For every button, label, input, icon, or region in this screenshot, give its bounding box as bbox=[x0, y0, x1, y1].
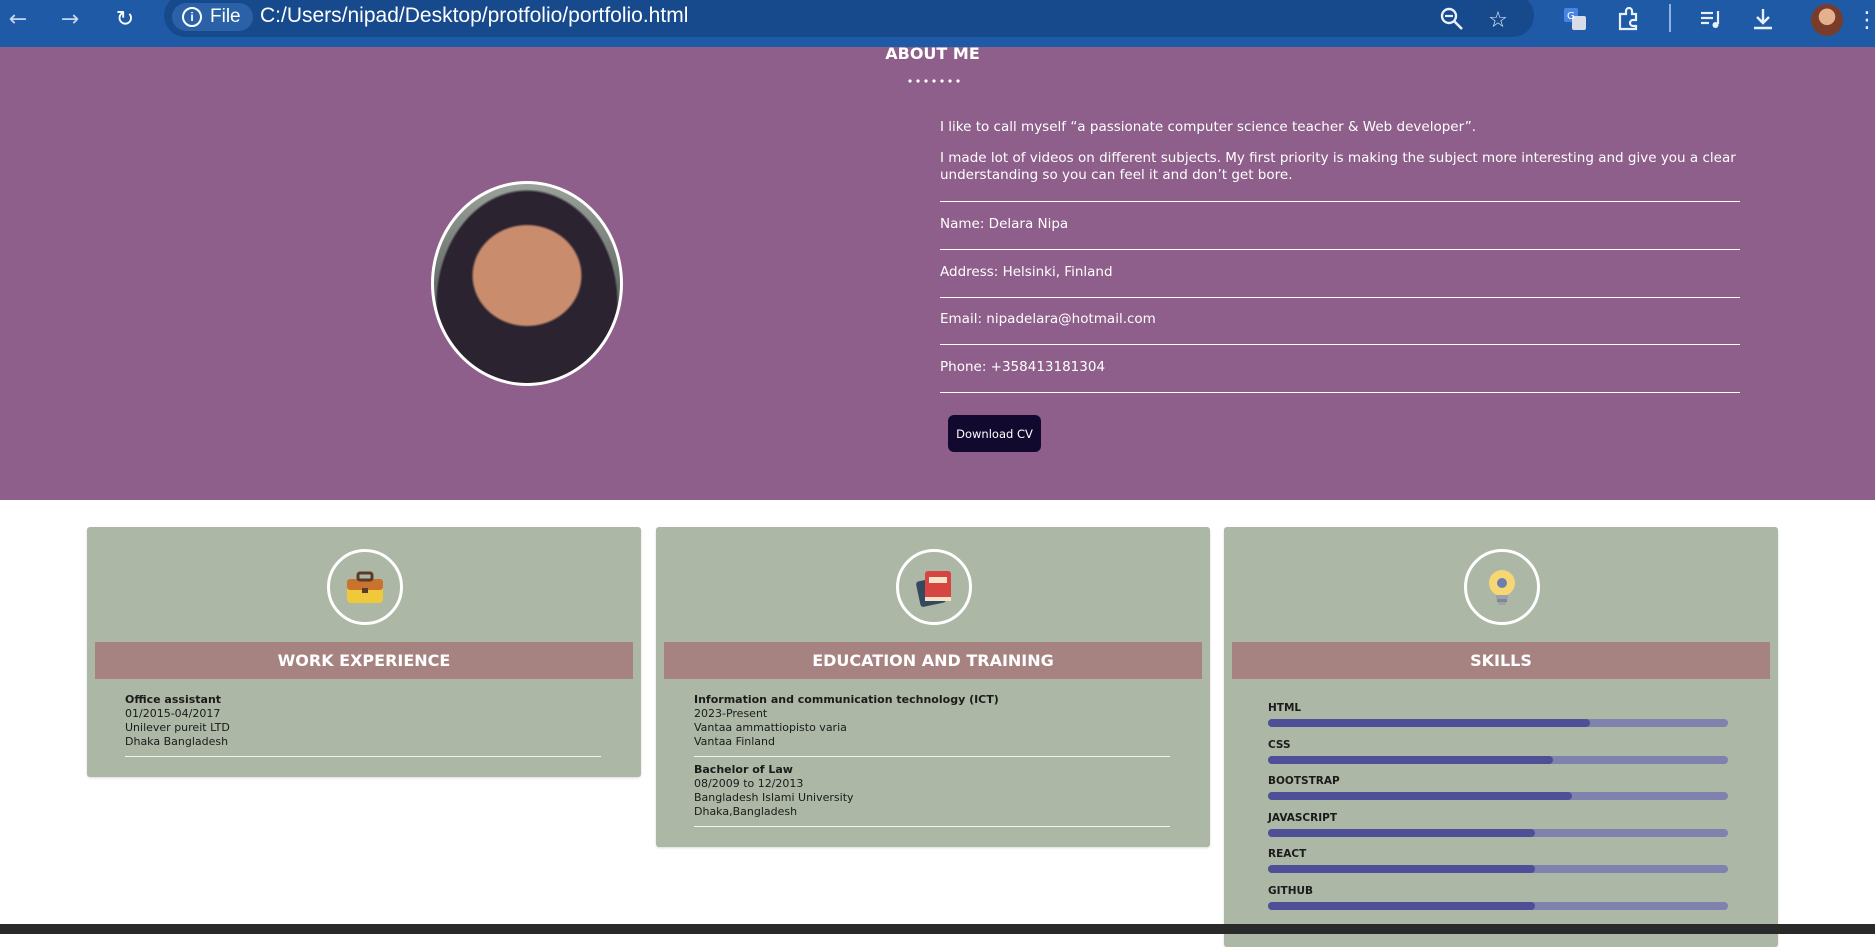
entry-period: 2023-Present bbox=[694, 707, 768, 720]
download-cv-button[interactable]: Download CV bbox=[948, 415, 1041, 452]
work-heading: WORK EXPERIENCE bbox=[95, 642, 633, 679]
about-description: I like to call myself “a passionate comp… bbox=[940, 119, 1740, 198]
file-label: File bbox=[210, 6, 241, 27]
entry-location: Dhaka,Bangladesh bbox=[694, 805, 798, 818]
download-icon[interactable] bbox=[1748, 6, 1778, 36]
site-info-chip[interactable]: i File bbox=[172, 3, 253, 31]
translate-icon[interactable]: G bbox=[1560, 6, 1590, 36]
profile-avatar[interactable] bbox=[1811, 4, 1843, 36]
entry-organization: Vantaa ammattiopisto varia bbox=[694, 721, 847, 734]
entry-title: Office assistant bbox=[125, 693, 222, 706]
bookmark-star-icon[interactable]: ☆ bbox=[1483, 6, 1513, 36]
about-bio: I made lot of videos on different subjec… bbox=[940, 150, 1736, 183]
education-entry: Bachelor of Law 08/2009 to 12/2013 Bangl… bbox=[694, 763, 1170, 819]
skill-bar-track bbox=[1268, 792, 1728, 800]
skill-bar-track bbox=[1268, 719, 1728, 727]
work-experience-card: WORK EXPERIENCE Office assistant 01/2015… bbox=[87, 527, 641, 777]
skills-card: SKILLS HTML CSS BOOTSTRAP JAVASCRIPT REACT GI… bbox=[1224, 527, 1778, 947]
toolbar-divider bbox=[1669, 4, 1671, 32]
reload-icon[interactable]: ↻ bbox=[111, 8, 139, 36]
skill-bar-fill bbox=[1268, 865, 1535, 873]
profile-photo bbox=[431, 181, 623, 386]
zoom-out-icon[interactable] bbox=[1437, 6, 1467, 36]
email-info: Email: nipadelara@hotmail.com bbox=[940, 311, 1156, 327]
entry-period: 08/2009 to 12/2013 bbox=[694, 777, 804, 790]
address-info: Address: Helsinki, Finland bbox=[940, 264, 1113, 280]
work-entry: Office assistant 01/2015-04/2017 Unileve… bbox=[125, 693, 601, 749]
skill-bar-fill bbox=[1268, 719, 1590, 727]
entry-organization: Unilever pureit LTD bbox=[125, 721, 230, 734]
briefcase-icon bbox=[327, 549, 403, 625]
education-entry: Information and communication technology… bbox=[694, 693, 1170, 749]
skill-bar-track bbox=[1268, 755, 1728, 764]
address-bar[interactable]: i File C:/Users/nipad/Desktop/protfolio/… bbox=[164, 0, 1534, 37]
more-menu-icon[interactable]: ⋮ bbox=[1856, 6, 1875, 36]
skill-label: CSS bbox=[1268, 738, 1291, 751]
section-title: ABOUT ME bbox=[885, 44, 980, 63]
divider bbox=[940, 201, 1740, 202]
entry-divider bbox=[694, 826, 1170, 827]
phone-info: Phone: +358413181304 bbox=[940, 359, 1106, 375]
entry-title: Information and communication technology… bbox=[694, 693, 999, 706]
browser-toolbar: ← → ↻ i File C:/Users/nipad/Desktop/prot… bbox=[0, 0, 1875, 47]
book-icon bbox=[896, 549, 972, 625]
extensions-puzzle-icon[interactable] bbox=[1613, 6, 1643, 36]
skill-bar-fill bbox=[1268, 755, 1554, 764]
skill-label: HTML bbox=[1268, 702, 1302, 714]
about-section: ABOUT ME I like to call myself “a passio… bbox=[0, 44, 1875, 500]
url-text[interactable]: C:/Users/nipad/Desktop/protfolio/portfol… bbox=[260, 2, 688, 30]
skill-bar-fill bbox=[1268, 792, 1572, 800]
skill-label: BOOTSTRAP bbox=[1268, 775, 1340, 787]
skill-bar-fill bbox=[1268, 901, 1535, 910]
forward-arrow-icon[interactable]: → bbox=[56, 8, 84, 36]
about-intro: I like to call myself “a passionate comp… bbox=[940, 119, 1476, 135]
media-playlist-icon[interactable] bbox=[1696, 6, 1726, 36]
skill-label: REACT bbox=[1268, 848, 1307, 860]
divider bbox=[940, 249, 1740, 250]
window-bottom-bar bbox=[0, 924, 1875, 934]
skill-bar-fill bbox=[1268, 828, 1535, 837]
skill-bar-track bbox=[1268, 828, 1728, 837]
entry-organization: Bangladesh Islami University bbox=[694, 791, 854, 804]
title-dots-divider bbox=[906, 79, 962, 83]
entry-location: Dhaka Bangladesh bbox=[125, 735, 229, 748]
skill-bar-track bbox=[1268, 865, 1728, 873]
entry-divider bbox=[694, 756, 1170, 757]
skills-heading: SKILLS bbox=[1232, 642, 1770, 679]
skill-label: JAVASCRIPT bbox=[1268, 811, 1337, 824]
lightbulb-icon bbox=[1464, 549, 1540, 625]
name-info: Name: Delara Nipa bbox=[940, 216, 1069, 232]
skill-label: GITHUB bbox=[1268, 884, 1314, 897]
education-card: EDUCATION AND TRAINING Information and c… bbox=[656, 527, 1210, 847]
divider bbox=[940, 392, 1740, 393]
education-heading: EDUCATION AND TRAINING bbox=[664, 642, 1202, 679]
divider bbox=[940, 344, 1740, 345]
divider bbox=[940, 297, 1740, 298]
entry-period: 01/2015-04/2017 bbox=[125, 707, 221, 720]
skill-bar-track bbox=[1268, 901, 1728, 910]
entry-divider bbox=[125, 756, 601, 757]
entry-location: Vantaa Finland bbox=[694, 735, 775, 748]
back-arrow-icon[interactable]: ← bbox=[4, 8, 32, 36]
entry-title: Bachelor of Law bbox=[694, 763, 793, 776]
info-icon: i bbox=[182, 7, 202, 27]
svg-text:G: G bbox=[1567, 11, 1575, 22]
